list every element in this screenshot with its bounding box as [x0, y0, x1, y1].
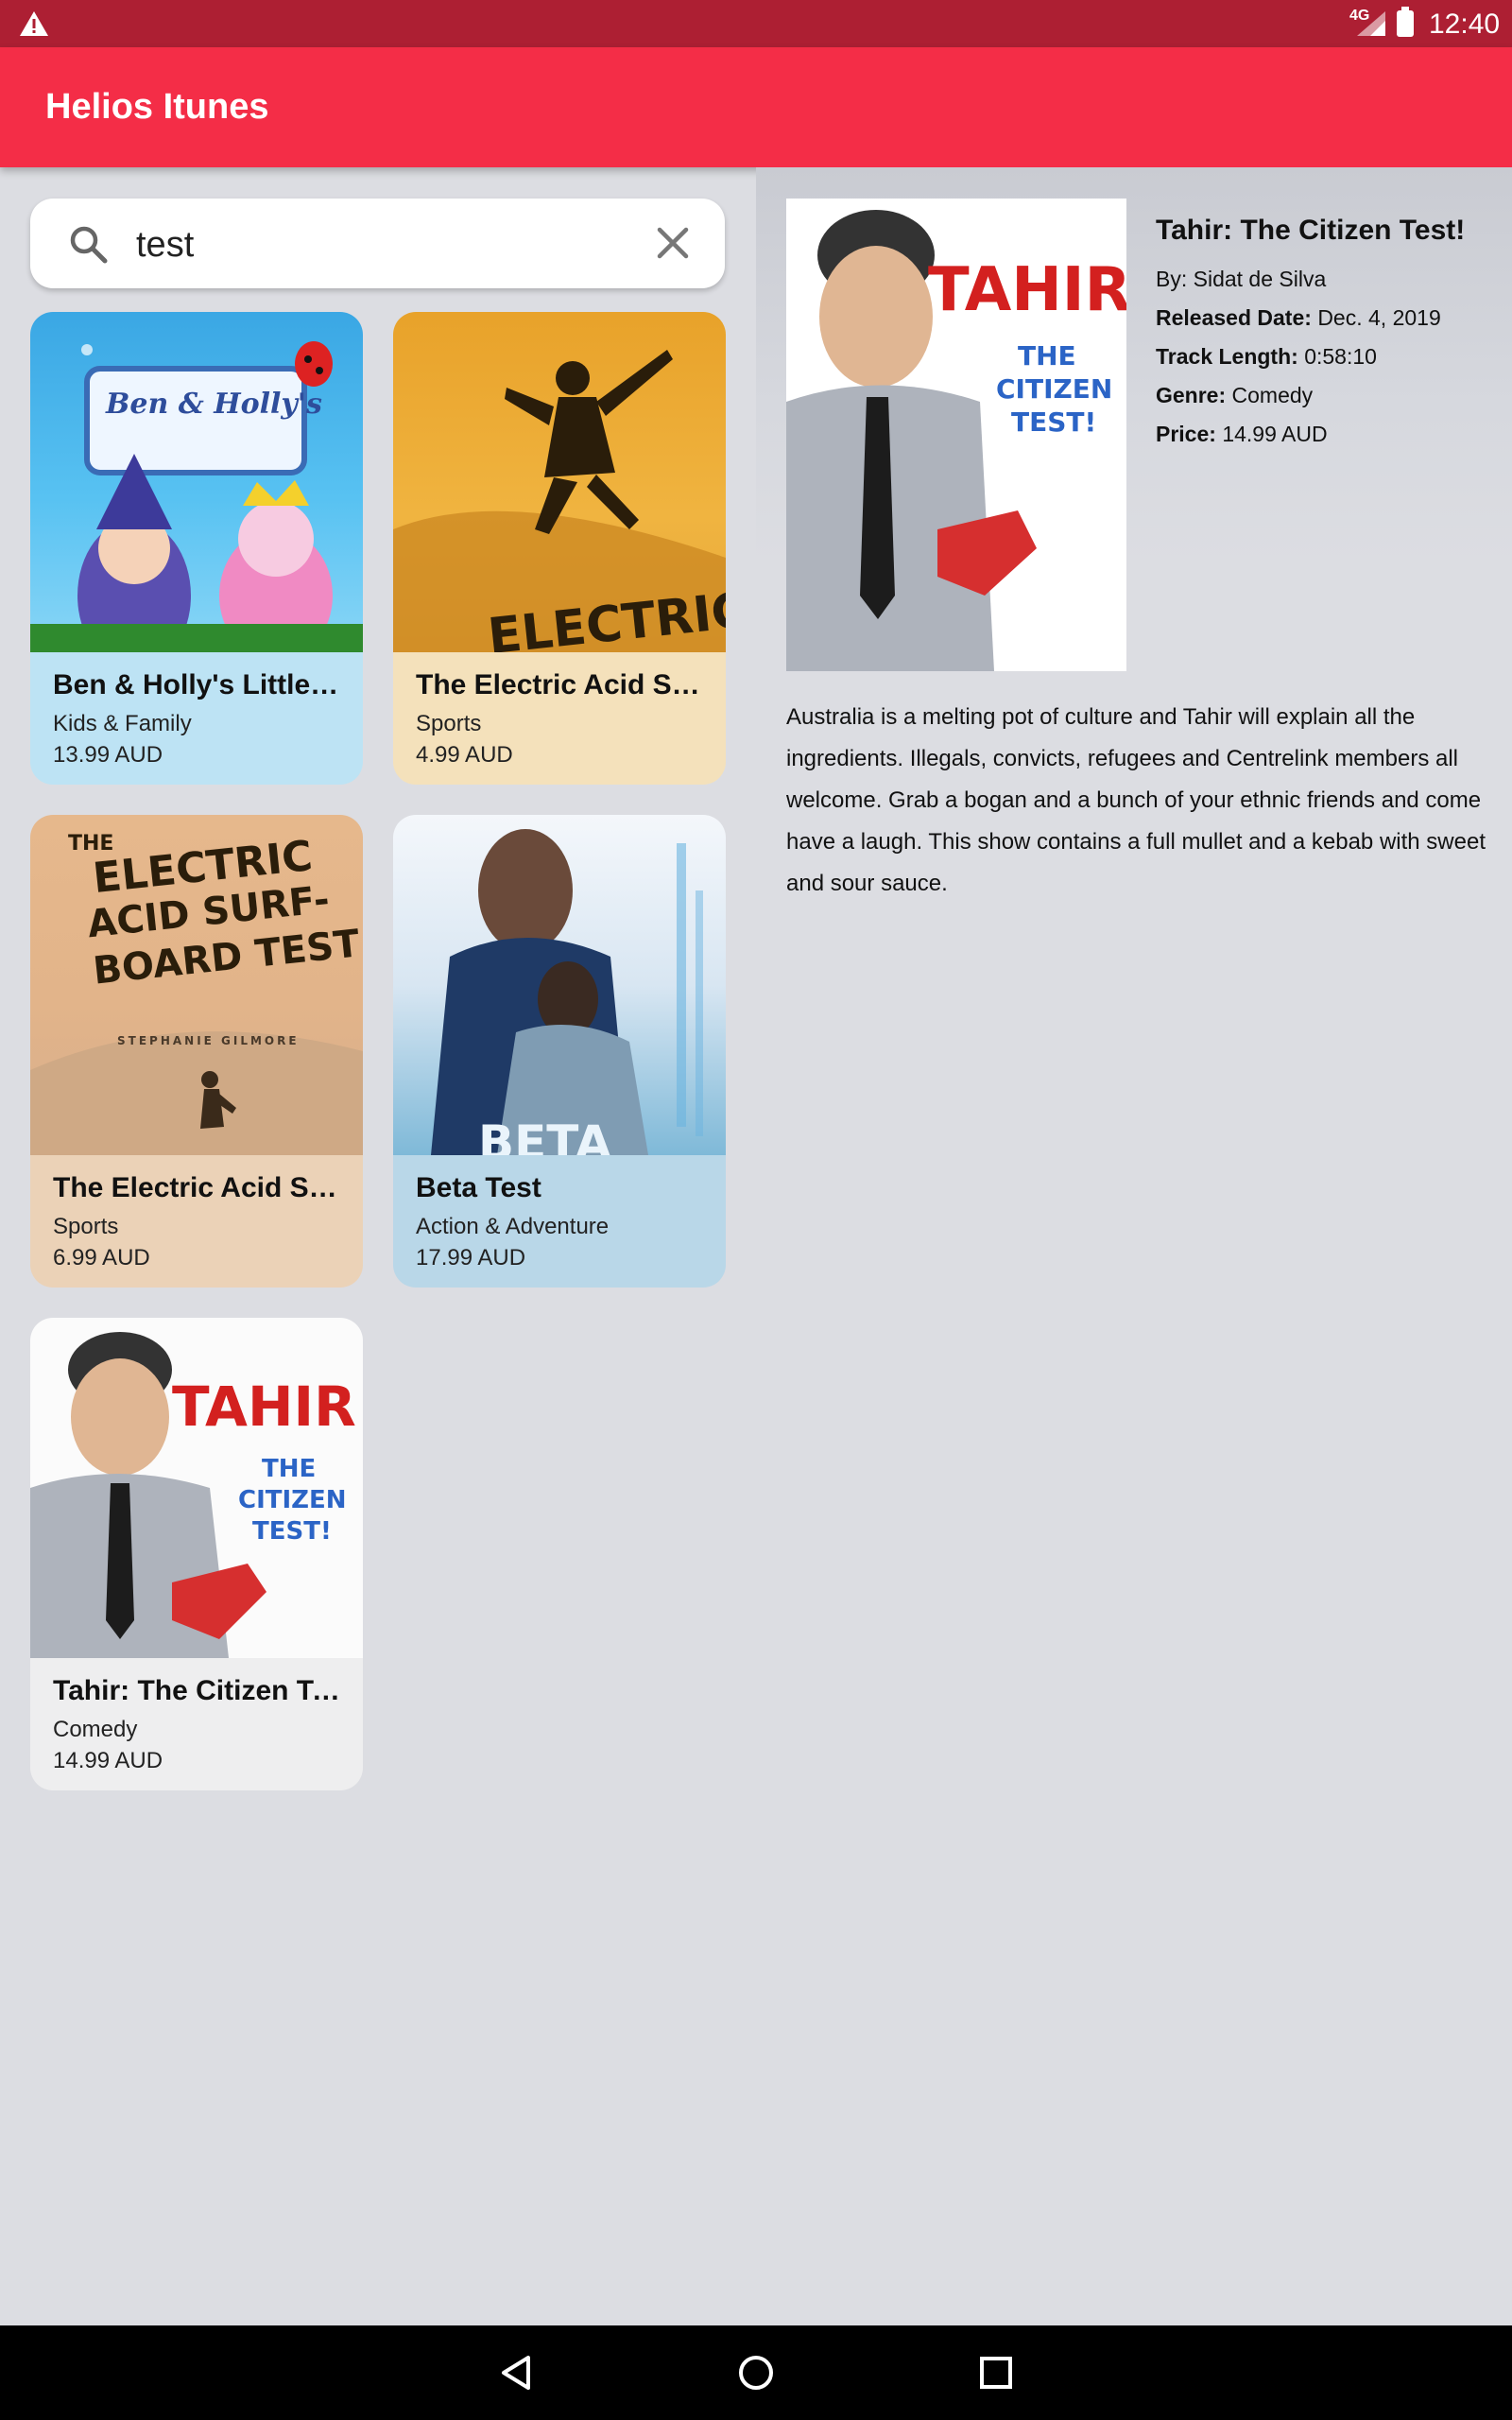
card-artwork: TAHIR THE CITIZEN TEST! — [30, 1318, 363, 1658]
result-card[interactable]: THE ELECTRIC ACID SURF- BOARD TEST STEPH… — [30, 815, 363, 1288]
detail-length-value: 0:58:10 — [1304, 344, 1377, 369]
card-info: Tahir: The Citizen Te... Comedy 14.99 AU… — [30, 1658, 363, 1790]
card-info: The Electric Acid Sur... Sports 6.99 AUD — [30, 1155, 363, 1288]
artwork-subtitle-line: CITIZEN — [238, 1486, 347, 1514]
clock: 12:40 — [1429, 9, 1501, 40]
poster-title-text: TAHIR — [928, 255, 1126, 325]
navigation-bar — [0, 2325, 1512, 2420]
card-genre: Sports — [416, 711, 482, 736]
poster-subtitle-line: THE — [1018, 340, 1076, 372]
clear-search-icon[interactable] — [652, 222, 694, 264]
detail-release-row: Released Date: Dec. 4, 2019 — [1156, 299, 1496, 337]
detail-poster: TAHIR THE CITIZEN TEST! — [786, 199, 1126, 671]
card-price: 17.99 AUD — [416, 1245, 526, 1270]
detail-release-label: Released Date: — [1156, 305, 1312, 330]
card-price: 6.99 AUD — [53, 1245, 150, 1270]
result-card[interactable]: BETA Beta Test Action & Adventure 17.99 … — [393, 815, 726, 1288]
detail-description: Australia is a melting pot of culture an… — [786, 704, 1486, 896]
artwork-title-text: TAHIR — [172, 1374, 356, 1439]
result-card[interactable]: Ben & Holly's Ben & Holly's Little K... … — [30, 312, 363, 785]
signal-icon — [1357, 11, 1385, 36]
card-genre: Kids & Family — [53, 711, 192, 736]
card-title: The Electric Acid Sur... — [53, 1172, 346, 1203]
search-box[interactable] — [30, 199, 725, 288]
poster-subtitle-line: CITIZEN — [996, 373, 1113, 405]
warning-icon — [20, 11, 48, 36]
card-title: The Electric Acid Sur... — [416, 669, 709, 700]
artwork-title-line: THE — [68, 832, 114, 856]
card-info: Ben & Holly's Little K... Kids & Family … — [30, 652, 363, 785]
detail-panel: TAHIR THE CITIZEN TEST! Tahir: The Citiz… — [756, 167, 1512, 2325]
card-artwork: THE ELECTRIC ACID SURF- BOARD TEST STEPH… — [30, 815, 363, 1155]
card-artwork: BETA — [393, 815, 726, 1170]
detail-length-row: Track Length: 0:58:10 — [1156, 337, 1496, 376]
search-input[interactable] — [134, 216, 667, 274]
card-price: 14.99 AUD — [53, 1748, 163, 1773]
detail-release-value: Dec. 4, 2019 — [1317, 305, 1441, 330]
card-price: 13.99 AUD — [53, 742, 163, 768]
detail-genre-label: Genre: — [1156, 383, 1227, 407]
artwork-title-text: Ben & Holly's — [106, 388, 322, 421]
home-icon[interactable] — [735, 2352, 777, 2394]
artwork-subtitle-line: THE — [262, 1455, 317, 1483]
card-info: The Electric Acid Sur... Sports 4.99 AUD — [393, 652, 726, 785]
app-bar: Helios Itunes — [0, 47, 1512, 167]
recents-icon[interactable] — [975, 2352, 1017, 2394]
detail-length-label: Track Length: — [1156, 344, 1298, 369]
card-price: 4.99 AUD — [416, 742, 513, 768]
card-title: Beta Test — [416, 1172, 541, 1203]
detail-title: Tahir: The Citizen Test! — [1156, 215, 1466, 246]
detail-genre-row: Genre: Comedy — [1156, 376, 1496, 415]
result-card[interactable]: TAHIR THE CITIZEN TEST! Tahir: The Citiz… — [30, 1318, 363, 1790]
detail-price-label: Price: — [1156, 422, 1216, 446]
detail-price-row: Price: 14.99 AUD — [1156, 415, 1496, 454]
detail-artist: By: Sidat de Silva — [1156, 267, 1327, 291]
artwork-author: STEPHANIE GILMORE — [117, 1034, 300, 1047]
card-title: Tahir: The Citizen Te... — [53, 1675, 346, 1706]
poster-subtitle-line: TEST! — [1011, 406, 1097, 438]
card-genre: Sports — [53, 1214, 119, 1239]
app-title: Helios Itunes — [45, 87, 269, 127]
card-genre: Comedy — [53, 1717, 138, 1742]
card-genre: Action & Adventure — [416, 1214, 610, 1239]
detail-price-value: 14.99 AUD — [1222, 422, 1328, 446]
card-artwork: Ben & Holly's — [30, 312, 363, 652]
result-card[interactable]: ELECTRIC The Electric Acid Sur... Sports… — [393, 312, 726, 785]
card-artwork: ELECTRIC — [393, 312, 726, 666]
artwork-subtitle-line: TEST! — [252, 1517, 332, 1546]
card-info: Beta Test Action & Adventure 17.99 AUD — [393, 1155, 726, 1288]
back-icon[interactable] — [496, 2352, 538, 2394]
detail-meta: Tahir: The Citizen Test! By: Sidat de Si… — [1156, 215, 1496, 454]
status-bar: 4G 12:40 — [0, 0, 1512, 47]
battery-icon — [1397, 7, 1414, 37]
detail-genre-value: Comedy — [1231, 383, 1314, 407]
card-title: Ben & Holly's Little K... — [53, 669, 346, 700]
search-icon — [70, 226, 108, 264]
